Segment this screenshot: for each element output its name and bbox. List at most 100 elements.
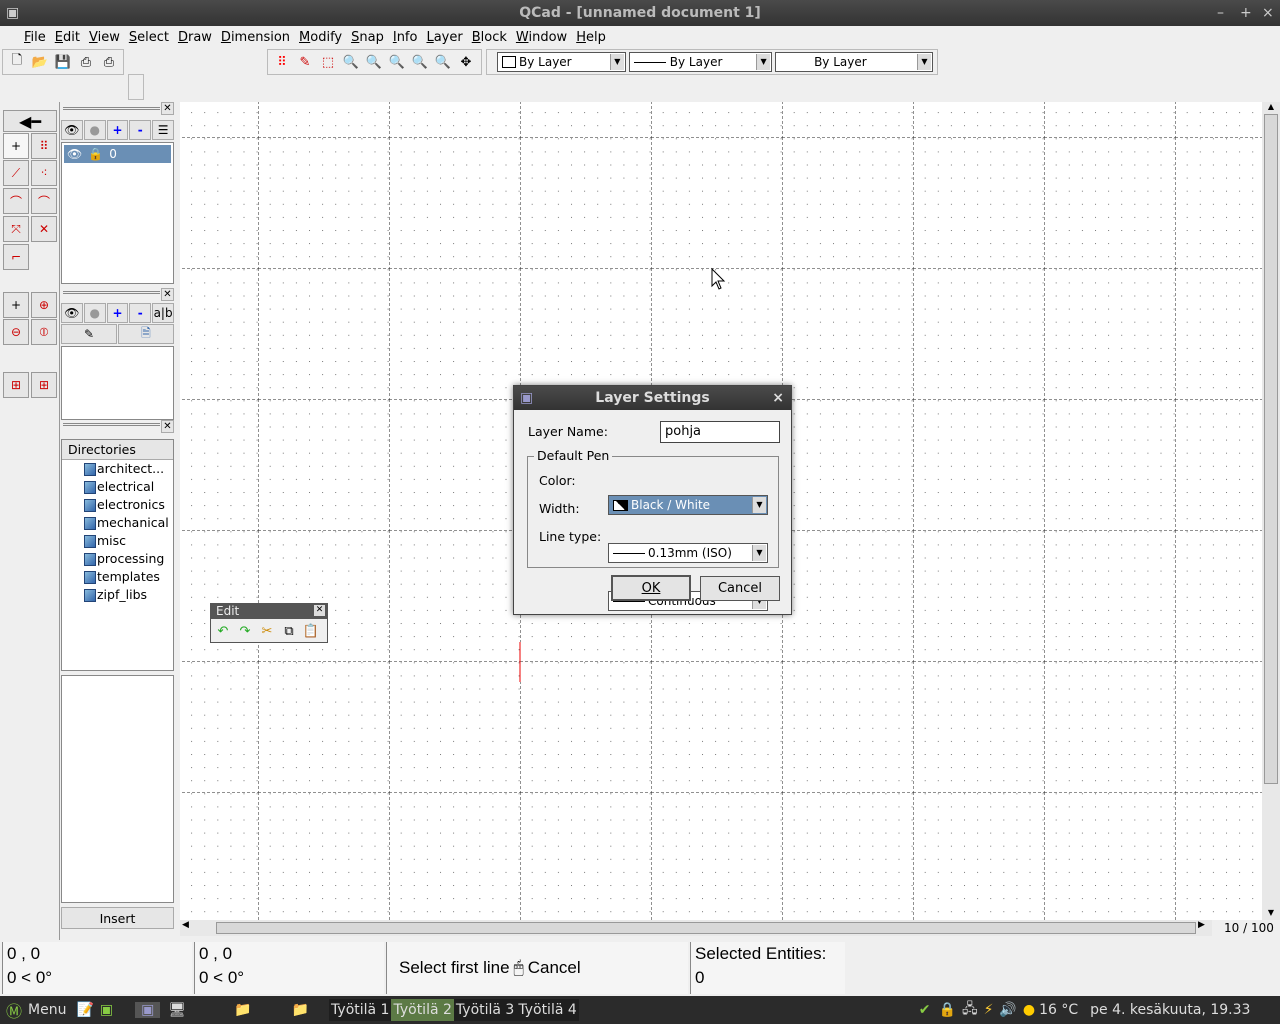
menu-edit[interactable]: Edit	[55, 30, 80, 45]
directory-item[interactable]: processing	[62, 550, 173, 568]
menu-select[interactable]: Select	[129, 30, 169, 45]
close-icon[interactable]: ✕	[161, 420, 174, 433]
layer-name-input[interactable]: pohja	[660, 421, 780, 443]
maximize-button[interactable]: +	[1240, 0, 1252, 26]
terminal-launcher-icon[interactable]: ▣	[100, 1002, 113, 1018]
pan-icon[interactable]: ✥	[456, 52, 476, 72]
network-icon[interactable]: 🖧	[962, 998, 978, 1022]
snap-distance-icon[interactable]: ⤧	[3, 216, 29, 242]
update-manager-icon[interactable]: ✔	[919, 1002, 931, 1018]
redo-icon[interactable]: ↷	[235, 621, 255, 641]
desktop-icon[interactable]: 🖥	[168, 1002, 186, 1018]
restrict-nothing-icon[interactable]: +	[3, 292, 29, 318]
volume-icon[interactable]: 🔊	[999, 1002, 1016, 1018]
scroll-up-icon[interactable]: ▲	[1262, 102, 1280, 114]
width-select[interactable]: By Layer ▼	[628, 52, 773, 72]
close-icon[interactable]: ✕	[314, 605, 325, 616]
edit-block-icon[interactable]: ✎	[61, 324, 117, 344]
snap-free-icon[interactable]: +	[3, 133, 29, 159]
rename-block-icon[interactable]: a|b	[152, 303, 174, 323]
hide-all-layers-icon[interactable]: ●	[83, 120, 106, 140]
close-button[interactable]: ×	[1262, 0, 1274, 26]
menu-snap[interactable]: Snap	[351, 30, 384, 45]
grid-icon[interactable]: ⠿	[272, 52, 292, 72]
menu-help[interactable]: Help	[576, 30, 606, 45]
zoom-in-icon[interactable]: 🔍	[341, 52, 361, 72]
menu-window[interactable]: Window	[516, 30, 567, 45]
set-relative-zero-icon[interactable]: ⊞	[3, 372, 29, 398]
scroll-thumb[interactable]	[216, 922, 1196, 934]
scroll-right-icon[interactable]: ▶	[1198, 920, 1205, 930]
vertical-scrollbar[interactable]: ▲ ▼	[1262, 102, 1280, 920]
new-file-icon[interactable]: 🗋	[7, 52, 27, 72]
clock[interactable]: pe 4. kesäkuuta, 19.33	[1090, 1002, 1250, 1018]
home-folder-icon[interactable]: 📁	[234, 1002, 251, 1018]
cancel-button[interactable]: Cancel	[700, 576, 780, 601]
add-layer-icon[interactable]: +	[106, 120, 129, 140]
panel-handle[interactable]	[63, 423, 160, 435]
directory-item[interactable]: architect...	[62, 460, 173, 478]
pen-width-select[interactable]: 0.13mm (ISO) ▼	[608, 543, 768, 563]
zoom-window-icon[interactable]: 🔍	[387, 52, 407, 72]
copy-icon[interactable]: ⧉	[279, 621, 299, 641]
close-icon[interactable]: ✕	[161, 102, 174, 115]
weather-temp[interactable]: 16 °C	[1039, 1002, 1078, 1018]
directory-item[interactable]: misc	[62, 532, 173, 550]
eye-icon[interactable]: 👁	[67, 147, 82, 161]
dialog-close-icon[interactable]: ×	[772, 386, 784, 410]
linetype-select[interactable]: By Layer ▼	[775, 52, 933, 72]
menu-block[interactable]: Block	[472, 30, 507, 45]
show-all-blocks-icon[interactable]: 👁	[61, 303, 83, 323]
snap-intersection-manual-icon[interactable]: ⌐	[3, 244, 29, 270]
restrict-vertical-icon[interactable]: ⦶	[31, 319, 57, 345]
notes-launcher-icon[interactable]: 📝	[76, 1002, 93, 1018]
menu-draw[interactable]: Draw	[178, 30, 212, 45]
redraw-icon[interactable]: ✎	[295, 52, 315, 72]
scroll-down-icon[interactable]: ▼	[1262, 908, 1280, 920]
restrict-horizontal-icon[interactable]: ⊖	[3, 319, 29, 345]
edit-layer-icon[interactable]: ☰	[152, 120, 174, 140]
minimize-button[interactable]: –	[1217, 0, 1224, 26]
menu-layer[interactable]: Layer	[426, 30, 462, 45]
qcad-task-icon[interactable]: ▣	[135, 1002, 161, 1018]
panel-handle[interactable]	[63, 107, 160, 119]
directory-item[interactable]: electrical	[62, 478, 173, 496]
mint-logo-icon[interactable]: Ⓜ	[6, 998, 22, 1022]
restrict-orthogonal-icon[interactable]: ⊕	[31, 292, 57, 318]
menu-info[interactable]: Info	[393, 30, 418, 45]
directory-item[interactable]: mechanical	[62, 514, 173, 532]
snap-middle-icon[interactable]: ⌒	[31, 188, 57, 214]
power-icon[interactable]: ⚡	[984, 1002, 994, 1018]
open-file-icon[interactable]: 📂	[30, 52, 50, 72]
pen-color-select[interactable]: Black / White ▼	[608, 495, 768, 515]
dialog-title-bar[interactable]: Layer Settings ▣ ×	[514, 386, 791, 410]
workspace-1[interactable]: Työtilä 1	[329, 1002, 391, 1018]
undo-icon[interactable]: ↶	[213, 621, 233, 641]
snap-grid-icon[interactable]: ⠿	[31, 133, 57, 159]
snap-center-icon[interactable]: ⌒	[3, 188, 29, 214]
workspace-4[interactable]: Työtilä 4	[516, 1002, 578, 1018]
directory-item[interactable]: electronics	[62, 496, 173, 514]
ok-button[interactable]: OK	[611, 575, 691, 601]
remove-block-icon[interactable]: -	[129, 303, 152, 323]
menu-dimension[interactable]: Dimension	[221, 30, 290, 45]
edit-toolbar-title[interactable]: Edit ✕	[211, 604, 327, 619]
snap-on-entity-icon[interactable]: ⁖	[31, 160, 57, 186]
zoom-previous-icon[interactable]: 🔍	[410, 52, 430, 72]
app-icon[interactable]: ▣	[6, 0, 19, 26]
workspace-2[interactable]: Työtilä 2	[391, 999, 454, 1021]
remove-layer-icon[interactable]: -	[129, 120, 152, 140]
cut-icon[interactable]: ✂	[257, 621, 277, 641]
lock-icon[interactable]: 🔒	[939, 1002, 956, 1018]
horizontal-scrollbar[interactable]: ◀ ▶	[180, 920, 1212, 936]
directory-item[interactable]: zipf_libs	[62, 586, 173, 604]
add-block-icon[interactable]: +	[106, 303, 129, 323]
lock-relative-zero-icon[interactable]: ⊞	[31, 372, 57, 398]
zoom-out-icon[interactable]: 🔍	[364, 52, 384, 72]
panel-handle[interactable]	[63, 291, 160, 303]
workspace-3[interactable]: Työtilä 3	[454, 1002, 516, 1018]
print-preview-icon[interactable]: ⎙	[99, 52, 119, 72]
close-icon[interactable]: ✕	[161, 288, 174, 301]
color-select[interactable]: By Layer ▼	[497, 52, 626, 72]
print-icon[interactable]: ⎙	[76, 52, 96, 72]
